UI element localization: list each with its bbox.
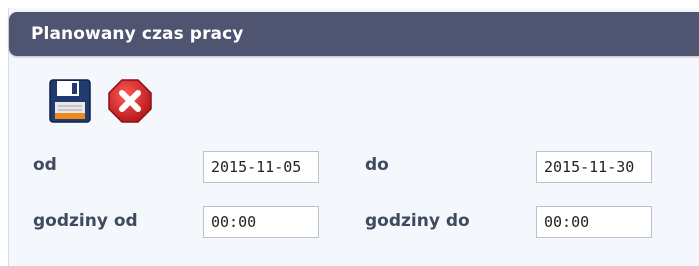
stop-x-icon <box>108 79 152 123</box>
save-button[interactable] <box>47 78 93 124</box>
panel-header: Planowany czas pracy <box>9 12 699 56</box>
hours-from-label: godziny od <box>33 211 138 231</box>
hours-to-label: godziny do <box>365 211 470 231</box>
floppy-disk-icon <box>49 79 91 123</box>
hours-to-input[interactable] <box>536 206 652 238</box>
date-to-label: do <box>365 155 389 175</box>
date-to-input[interactable] <box>536 151 652 183</box>
hours-from-input[interactable] <box>203 206 319 238</box>
panel-title: Planowany czas pracy <box>31 24 244 44</box>
cancel-button[interactable] <box>107 78 153 124</box>
date-from-input[interactable] <box>203 151 319 183</box>
date-from-label: od <box>33 155 57 175</box>
planned-work-time-panel: Planowany czas pracy od 2015-11-05 do 20… <box>8 8 699 266</box>
